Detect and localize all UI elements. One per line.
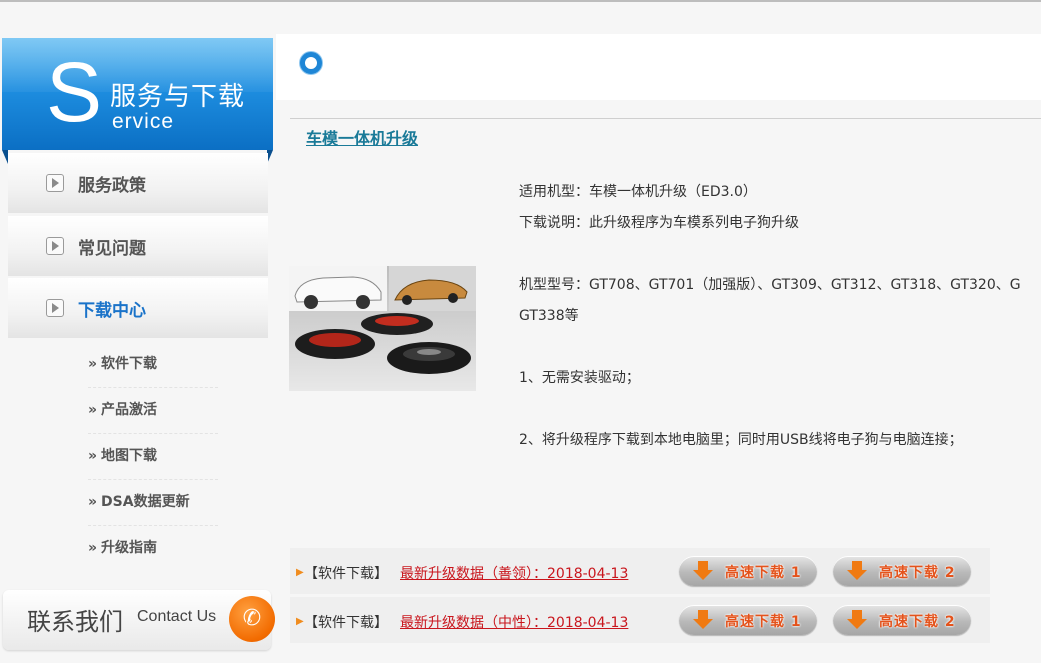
button-label: 高速下载 2: [879, 565, 956, 581]
contact-label-en: Contact Us: [137, 608, 217, 625]
sidebar-item-label: 下载中心: [78, 300, 146, 321]
sidebar-item-service-policy[interactable]: 服务政策: [8, 153, 268, 213]
content-divider: [290, 118, 1041, 119]
arrow-right-icon: ▶: [296, 567, 304, 578]
download-arrow-icon: [693, 610, 713, 630]
phone-icon: ✆: [229, 596, 275, 642]
info-model: 适用机型：车模一体机升级（ED3.0）: [519, 184, 757, 200]
ring-icon: [300, 52, 322, 74]
double-chevron-icon: »: [88, 356, 98, 372]
sidebar-item-faq[interactable]: 常见问题: [8, 216, 268, 276]
high-speed-download-2-button[interactable]: 高速下载 2: [833, 556, 971, 586]
sidebar-item-download-center[interactable]: 下载中心: [8, 278, 268, 338]
button-label: 高速下载 1: [725, 565, 802, 581]
contact-label-cn: 联系我们: [27, 608, 123, 636]
info-step-2: 2、将升级程序下载到本地电脑里；同时用USB线将电子狗与电脑连接；: [519, 432, 963, 448]
submenu-item-label: 地图下载: [101, 448, 158, 464]
play-icon: [46, 237, 64, 255]
double-chevron-icon: »: [88, 540, 98, 556]
section-title-link[interactable]: 车模一体机升级: [306, 125, 418, 149]
download-row: ▶ 【软件下载】 最新升级数据（中性）：2018-04-13 高速下载 1 高速…: [290, 597, 990, 643]
service-logo-letter: S: [46, 45, 103, 139]
submenu-item-label: 软件下载: [101, 356, 158, 372]
download-tag: 【软件下载】: [304, 566, 388, 582]
top-divider: [0, 0, 1041, 2]
service-header-title: 服务与下载: [110, 82, 246, 112]
button-label: 高速下载 2: [879, 614, 956, 630]
download-link[interactable]: 最新升级数据（中性）：2018-04-13: [400, 612, 628, 632]
submenu-item-software-download[interactable]: » 软件下载: [88, 341, 218, 388]
submenu-item-label: 产品激活: [101, 402, 158, 418]
sidebar-item-label: 常见问题: [78, 238, 146, 259]
download-link[interactable]: 最新升级数据（善领）：2018-04-13: [400, 563, 628, 583]
info-step-1: 1、无需安装驱动；: [519, 370, 640, 386]
download-arrow-icon: [693, 561, 713, 581]
download-arrow-icon: [847, 610, 867, 630]
info-models-line1: 机型型号：GT708、GT701（加强版）、GT309、GT312、GT318、…: [519, 277, 1021, 293]
high-speed-download-1-button[interactable]: 高速下载 1: [679, 605, 817, 635]
double-chevron-icon: »: [88, 448, 98, 464]
submenu-item-dsa-update[interactable]: » DSA数据更新: [88, 479, 218, 526]
button-label: 高速下载 1: [725, 614, 802, 630]
submenu-item-product-activation[interactable]: » 产品激活: [88, 387, 218, 434]
info-description: 下载说明：此升级程序为车模系列电子狗升级: [519, 215, 799, 231]
play-icon: [46, 174, 64, 192]
play-icon: [46, 299, 64, 317]
high-speed-download-1-button[interactable]: 高速下载 1: [679, 556, 817, 586]
product-image: [289, 266, 476, 391]
submenu-item-label: DSA数据更新: [101, 494, 190, 510]
arrow-right-icon: ▶: [296, 616, 304, 627]
sidebar-item-label: 服务政策: [78, 175, 146, 196]
high-speed-download-2-button[interactable]: 高速下载 2: [833, 605, 971, 635]
double-chevron-icon: »: [88, 494, 98, 510]
submenu-item-upgrade-guide[interactable]: » 升级指南: [88, 525, 218, 571]
content-banner: [276, 34, 1041, 100]
submenu-item-label: 升级指南: [101, 540, 158, 556]
download-row: ▶ 【软件下载】 最新升级数据（善领）：2018-04-13 高速下载 1 高速…: [290, 548, 990, 594]
service-header-subtitle: ervice: [112, 110, 175, 133]
info-models-line2: GT338等: [519, 308, 579, 324]
download-tag: 【软件下载】: [304, 615, 388, 631]
submenu-item-map-download[interactable]: » 地图下载: [88, 433, 218, 480]
service-header: S 服务与下载 ervice: [2, 38, 273, 150]
download-arrow-icon: [847, 561, 867, 581]
cars-illustration: [289, 266, 476, 391]
double-chevron-icon: »: [88, 402, 98, 418]
contact-us-button[interactable]: 联系我们 Contact Us ✆: [3, 590, 275, 650]
